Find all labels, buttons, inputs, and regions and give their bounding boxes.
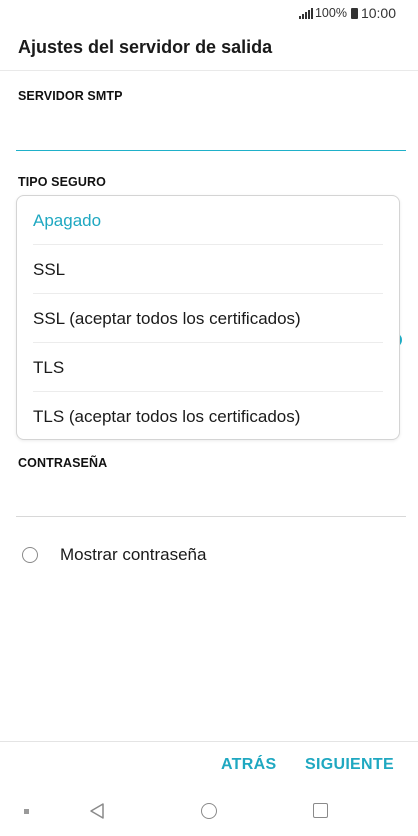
security-type-dropdown: Apagado SSL SSL (aceptar todos los certi… (16, 195, 400, 440)
smtp-server-label: SERVIDOR SMTP (18, 89, 123, 103)
home-circle-icon[interactable] (201, 803, 217, 819)
password-input[interactable] (16, 476, 406, 517)
option-tls[interactable]: TLS (33, 343, 383, 392)
password-label: CONTRASEÑA (18, 456, 108, 470)
action-bar-divider (0, 741, 418, 742)
next-button[interactable]: SIGUIENTE (305, 752, 394, 778)
status-right: 100% 10:00 (298, 5, 396, 21)
option-apagado[interactable]: Apagado (33, 196, 383, 245)
screen: 100% 10:00 Ajustes del servidor de salid… (0, 0, 418, 836)
option-ssl-all-certs[interactable]: SSL (aceptar todos los certificados) (33, 294, 383, 343)
signal-icon (298, 7, 313, 19)
show-password-label: Mostrar contraseña (60, 545, 207, 564)
show-password-checkbox[interactable]: Mostrar contraseña (22, 541, 206, 569)
page-title: Ajustes del servidor de salida (18, 37, 273, 57)
title-divider (0, 70, 418, 71)
status-bar: 100% 10:00 (0, 0, 418, 28)
navigation-bar (0, 790, 418, 836)
clock: 10:00 (360, 5, 396, 21)
security-type-label: TIPO SEGURO (18, 175, 106, 189)
back-button[interactable]: ATRÁS (221, 752, 276, 778)
option-tls-all-certs[interactable]: TLS (aceptar todos los certificados) (33, 392, 383, 439)
battery-icon (350, 7, 358, 19)
checkbox-circle-icon[interactable] (22, 547, 38, 563)
menu-dot-icon[interactable] (24, 809, 29, 814)
smtp-server-input[interactable] (16, 108, 406, 151)
battery-percent: 100% (314, 6, 347, 20)
recent-apps-icon[interactable] (313, 803, 328, 818)
back-triangle-icon[interactable] (89, 802, 105, 820)
option-ssl[interactable]: SSL (33, 245, 383, 294)
